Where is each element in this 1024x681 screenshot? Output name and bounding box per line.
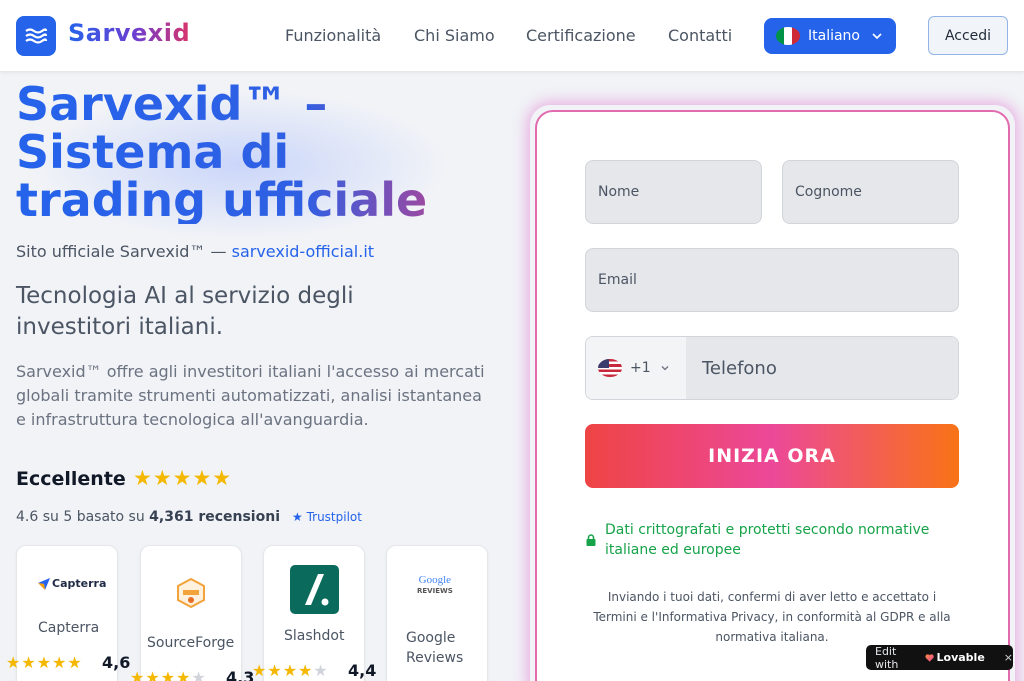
- rating-label: Eccellente: [16, 468, 126, 490]
- official-site-line: Sito ufficiale Sarvexid™ — sarvexid-offi…: [16, 242, 374, 261]
- logo-icon[interactable]: [16, 16, 56, 56]
- email-input[interactable]: Email: [585, 248, 959, 312]
- site-header: Sarvexid Funzionalità Chi Siamo Certific…: [0, 0, 1024, 72]
- slashdot-stars: ★★★★★: [252, 661, 329, 680]
- review-card-google[interactable]: Google REVIEWS Google Reviews: [386, 545, 488, 681]
- capterra-stars: ★★★★★: [6, 653, 83, 672]
- consent-text: Inviando i tuoi dati, confermi di aver l…: [593, 590, 951, 644]
- official-site-prefix: Sito ufficiale Sarvexid™ —: [16, 242, 227, 261]
- nav-link-contacts[interactable]: Contatti: [668, 26, 732, 45]
- slashdot-logo-icon: [290, 565, 339, 614]
- italy-flag-icon: [776, 27, 800, 45]
- slashdot-score: 4,4: [348, 661, 377, 680]
- badge-brand: Lovable: [936, 651, 985, 664]
- phone-field: +1 Telefono: [585, 336, 959, 400]
- lovable-heart-icon: [925, 653, 935, 662]
- security-note: Dati crittografati e protetti secondo no…: [605, 522, 930, 558]
- review-card-name: Slashdot: [284, 628, 345, 644]
- rating-summary: 4.6 su 5 basato su 4,361 recensioni: [16, 509, 280, 525]
- hero-description: Sarvexid™ offre agli investitori italian…: [16, 362, 485, 429]
- last-name-input[interactable]: Cognome: [782, 160, 959, 224]
- google-logo-text: Google: [418, 574, 452, 586]
- login-button[interactable]: Accedi: [928, 16, 1008, 55]
- rating-summary-text: 4.6 su 5 basato su: [16, 509, 145, 525]
- nav-link-certification[interactable]: Certificazione: [526, 26, 636, 45]
- brand-name[interactable]: Sarvexid: [68, 19, 190, 47]
- sourceforge-score: 4,3: [226, 668, 255, 681]
- badge-prefix: Edit with: [875, 644, 899, 671]
- nav-link-features[interactable]: Funzionalità: [285, 26, 381, 45]
- lock-icon: [586, 534, 596, 546]
- review-card-name: SourceForge: [147, 635, 235, 651]
- title-line-3: trading ufficiale: [16, 173, 428, 227]
- chevron-down-icon: [872, 33, 882, 40]
- hero-tagline: Tecnologia AI al servizio degli investit…: [16, 283, 354, 340]
- title-line-2: Sistema di: [16, 125, 290, 179]
- review-card-name: Google Reviews: [406, 630, 464, 666]
- title-line-1: Sarvexid™ –: [16, 77, 328, 131]
- capterra-arrow-icon: [38, 577, 50, 590]
- trustpilot-link[interactable]: ★ Trustpilot: [292, 510, 362, 524]
- chevron-down-icon: [661, 366, 669, 371]
- country-code-selector[interactable]: +1: [586, 337, 686, 399]
- capterra-score: 4,6: [102, 653, 131, 672]
- phone-input[interactable]: Telefono: [686, 337, 958, 399]
- language-label: Italiano: [808, 28, 860, 44]
- edit-with-lovable-badge[interactable]: Edit with Lovable ×: [866, 644, 1013, 671]
- country-code: +1: [630, 360, 651, 376]
- rating-stars: ★★★★★: [133, 466, 233, 490]
- capterra-logo-text: Capterra: [52, 577, 107, 590]
- page-title: Sarvexid™ – Sistema di trading ufficiale: [16, 80, 496, 224]
- google-reviews-logo-text: REVIEWS: [417, 587, 453, 595]
- review-card-sourceforge[interactable]: SourceForge: [140, 545, 242, 681]
- official-site-link[interactable]: sarvexid-official.it: [232, 242, 374, 261]
- review-card-name: Capterra: [38, 620, 100, 636]
- submit-button[interactable]: INIZIA ORA: [585, 424, 959, 488]
- language-selector[interactable]: Italiano: [764, 18, 896, 54]
- capterra-logo: Capterra: [38, 577, 106, 590]
- nav-link-about[interactable]: Chi Siamo: [414, 26, 495, 45]
- sourceforge-badge-icon: [177, 577, 205, 612]
- first-name-input[interactable]: Nome: [585, 160, 762, 224]
- close-icon[interactable]: ×: [1004, 651, 1013, 664]
- sourceforge-stars: ★★★★★: [130, 668, 207, 681]
- google-reviews-logo: Google REVIEWS: [417, 575, 453, 597]
- review-count: 4,361 recensioni: [149, 509, 280, 525]
- usa-flag-icon: [598, 359, 622, 377]
